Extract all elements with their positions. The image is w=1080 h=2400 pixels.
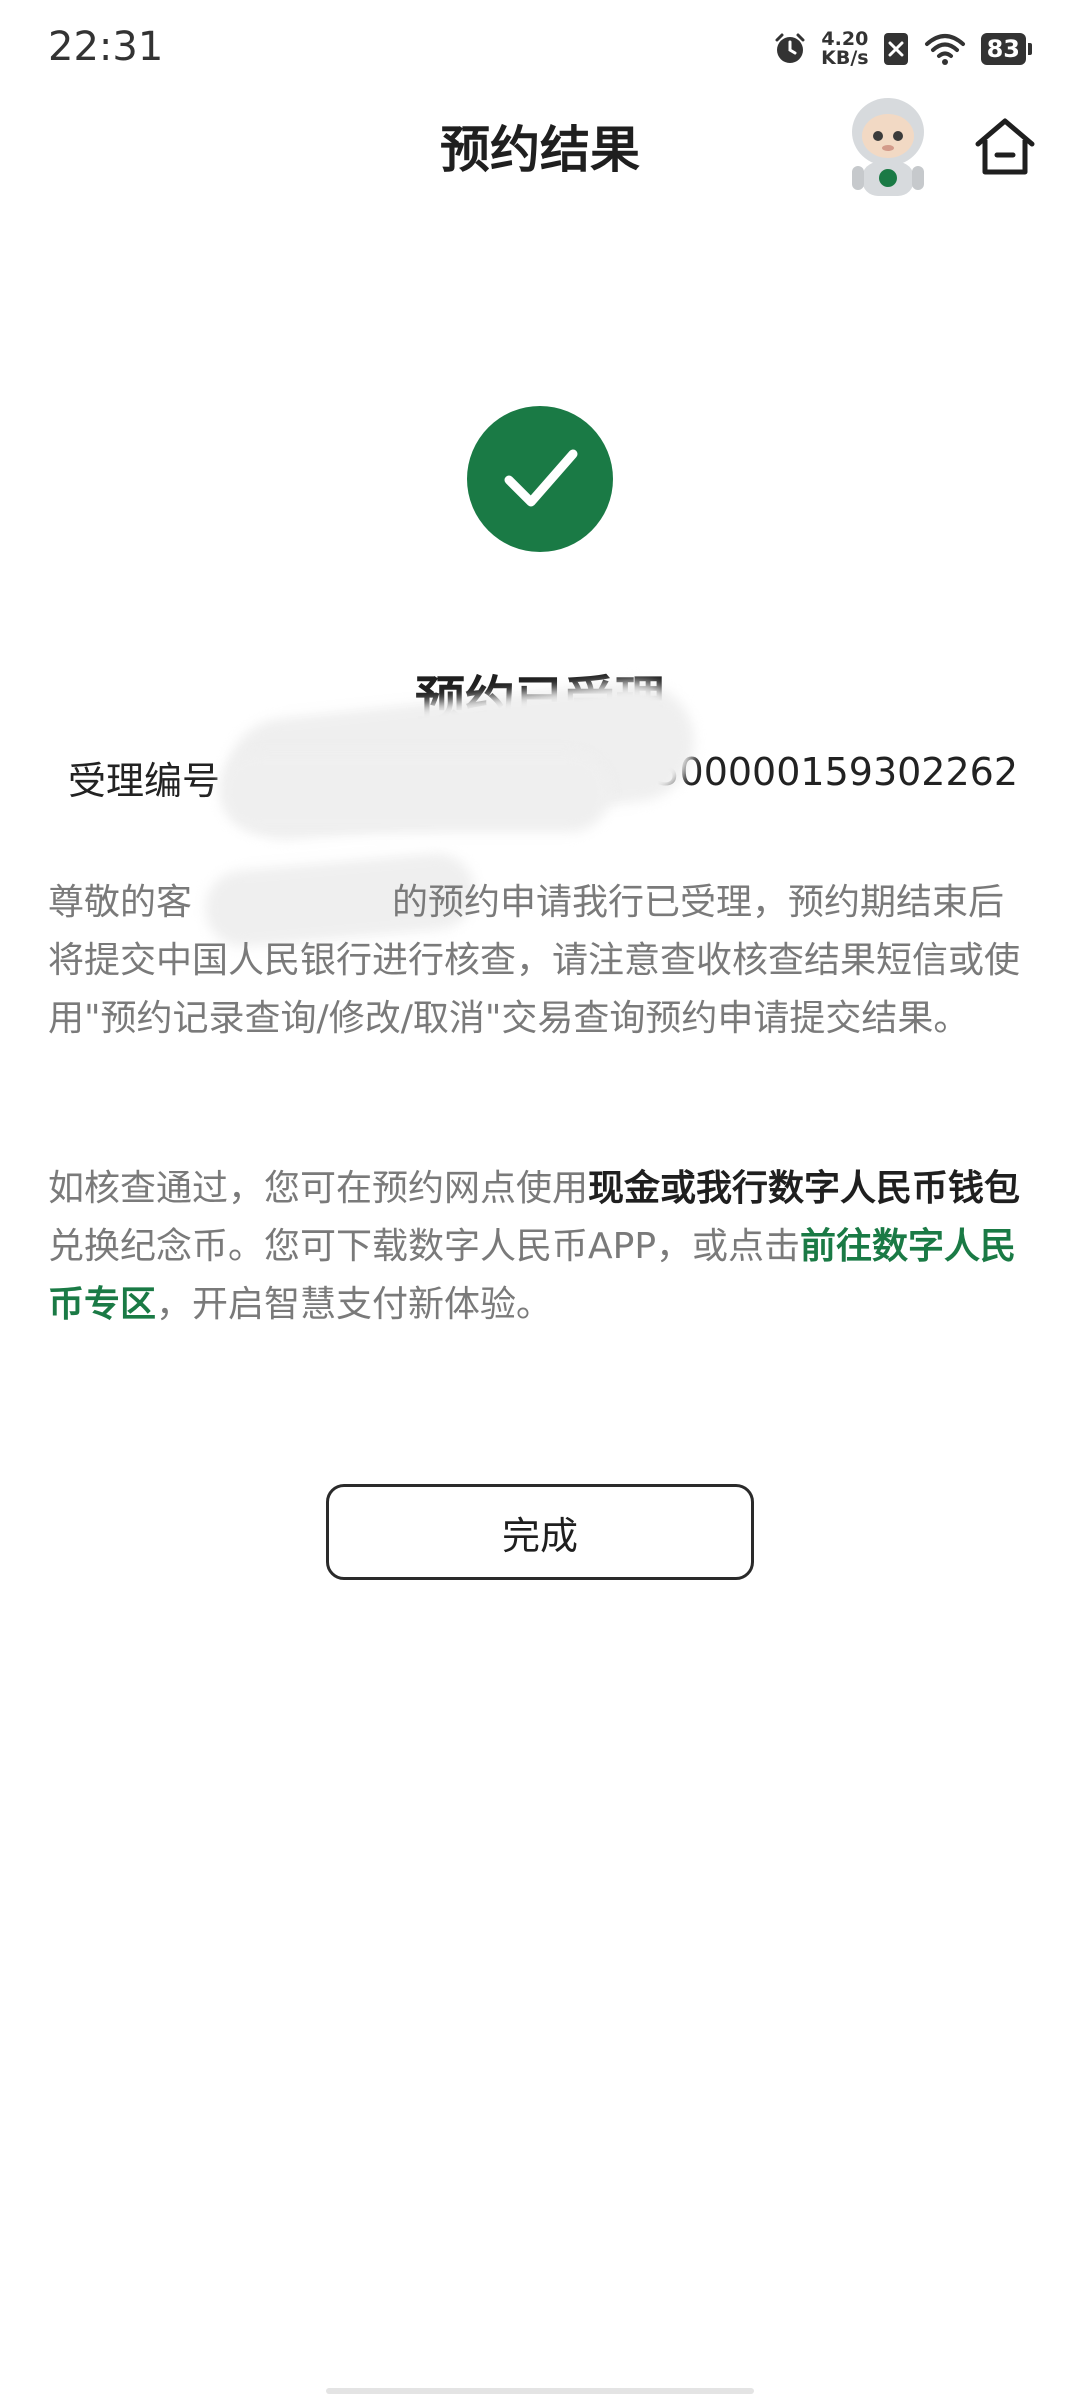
- done-button[interactable]: 完成: [326, 1484, 754, 1580]
- gesture-nav-bar[interactable]: [326, 2388, 754, 2394]
- receipt-label: 受理编号: [68, 759, 221, 803]
- notice-p2-text-b: 兑换纪念币。您可下载数字人民币APP，或点击: [48, 1226, 801, 1267]
- page: 22:31 4.20 KB/s 83 预约结果 受理编号 05000001593…: [0, 0, 1080, 2400]
- notice-p2-text-c: ，开启智慧支付新体验。: [156, 1284, 553, 1325]
- no-sim-icon: [883, 32, 909, 66]
- notice-paragraph-2: 如核查通过，您可在预约网点使用现金或我行数字人民币钱包兑换纪念币。您可下载数字人…: [48, 1160, 1032, 1334]
- notice-p1-start: 尊敬的客: [48, 882, 193, 923]
- battery-level: 83: [980, 33, 1026, 65]
- network-speed: 4.20 KB/s: [821, 30, 868, 68]
- redaction-mark: [220, 752, 610, 832]
- network-speed-unit: KB/s: [821, 47, 869, 69]
- wifi-icon: [923, 32, 967, 66]
- notice-p2-bold: 现金或我行数字人民币钱包: [588, 1168, 1021, 1209]
- home-icon[interactable]: [970, 112, 1040, 182]
- status-bar: 22:31 4.20 KB/s 83: [0, 0, 1080, 100]
- notice-paragraph-1: 尊敬的客 的预约申请我行已受理，预约期结束后将提交中国人民银行进行核查，请注意查收…: [48, 874, 1032, 1048]
- robot-assistant-icon[interactable]: [840, 92, 936, 202]
- status-time: 22:31: [48, 24, 164, 70]
- battery-icon: 83: [980, 33, 1032, 65]
- notice-p2-text-a: 如核查通过，您可在预约网点使用: [48, 1168, 589, 1209]
- check-circle-icon: [467, 406, 613, 552]
- alarm-icon: [773, 32, 807, 66]
- notice-p1-rest: 的预约申请我行已受理，预约期结束后将提交中国人民银行进行核查，请注意查收核查结果…: [48, 882, 1021, 1039]
- status-icons: 4.20 KB/s 83: [773, 30, 1032, 68]
